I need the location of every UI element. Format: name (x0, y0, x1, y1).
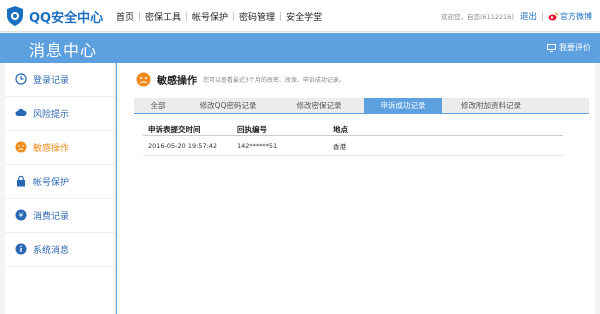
welcome-text: 欢迎您，自恋(6112216) (440, 13, 514, 21)
column-header: 申诉表提交时间 (148, 124, 201, 134)
sidebar-item-account-protection[interactable]: 帐号保护 (5, 165, 115, 199)
monitor-icon (547, 43, 556, 52)
section-heading: 敏感操作 您可以查看最近3个月的改密、改保、申诉成功记录。 (136, 72, 345, 87)
feedback-label: 我要评价 (559, 43, 591, 52)
tab-qq-password-changes[interactable]: 修改QQ密码记录 (182, 98, 274, 113)
sidebar-item-consumption-records[interactable]: ¥ 消费记录 (5, 199, 115, 233)
column-header: 地点 (333, 124, 348, 134)
cloud-icon (15, 108, 27, 116)
lock-icon (17, 175, 25, 187)
sidebar-item-label: 风险提示 (33, 110, 70, 120)
sidebar-item-label: 消费记录 (33, 212, 70, 222)
logo-text: QQ安全中心 (29, 10, 104, 26)
user-divider (542, 11, 543, 21)
page-title: 消息中心 (29, 41, 98, 60)
clock-icon (15, 73, 27, 85)
weibo-icon (548, 12, 558, 20)
sidebar-item-label: 帐号保护 (33, 178, 70, 188)
shield-logo-icon (7, 6, 23, 26)
sidebar-item-system-messages[interactable]: 系统消息 (5, 233, 115, 267)
record-tabs: 全部 修改QQ密码记录 修改密保记录 申诉成功记录 修改附加资料记录 (134, 98, 589, 114)
sidebar-item-label: 敏感操作 (33, 144, 70, 154)
table-row: 2016-05-20 19:57:42 142******51 香港 (143, 136, 563, 156)
sidebar: 登录记录 风险提示 敏感操作 帐号保护 ¥ 消费记录 系统消息 (5, 63, 116, 314)
table-header: 申诉表提交时间 回执编号 地点 (143, 123, 563, 136)
feedback-button[interactable]: 我要评价 (547, 42, 591, 53)
weibo-label: 官方微博 (560, 11, 592, 21)
submit-time-cell: 2016-05-20 19:57:42 (148, 141, 218, 150)
top-bar: QQ安全中心 首页 密保工具 帐号保护 密码管理 安全学堂 欢迎您，自恋(611… (0, 0, 600, 32)
records-table: 申诉表提交时间 回执编号 地点 2016-05-20 19:57:42 142*… (143, 123, 563, 156)
section-subtitle: 您可以查看最近3个月的改密、改保、申诉成功记录。 (203, 77, 345, 84)
tab-appeal-success[interactable]: 申诉成功记录 (364, 98, 442, 113)
tab-all[interactable]: 全部 (134, 98, 182, 113)
nav-home[interactable]: 首页 (111, 10, 139, 23)
section-title: 敏感操作 (157, 76, 197, 87)
sidebar-item-label: 系统消息 (33, 246, 70, 256)
main-panel: 敏感操作 您可以查看最近3个月的改密、改保、申诉成功记录。 全部 修改QQ密码记… (117, 63, 595, 314)
page-banner: 消息中心 我要评价 (0, 33, 600, 63)
sidebar-item-sensitive-ops[interactable]: 敏感操作 (5, 131, 115, 165)
logo[interactable]: QQ安全中心 (6, 6, 103, 26)
nav-security-school[interactable]: 安全学堂 (281, 10, 327, 23)
nav-security-tools[interactable]: 密保工具 (140, 10, 186, 23)
user-box: 欢迎您，自恋(6112216) 退出 官方微博 (441, 0, 592, 32)
nav-password-management[interactable]: 密码管理 (234, 10, 280, 23)
tab-security-changes[interactable]: 修改密保记录 (274, 98, 364, 113)
weibo-link[interactable]: 官方微博 (548, 11, 592, 22)
sidebar-item-label: 登录记录 (33, 76, 70, 86)
sad-face-icon (136, 72, 151, 87)
coin-icon: ¥ (15, 209, 27, 221)
location-cell: 香港 (333, 142, 346, 151)
column-header: 回执编号 (237, 124, 267, 134)
sad-face-icon (15, 141, 27, 153)
main-nav: 首页 密保工具 帐号保护 密码管理 安全学堂 (111, 0, 327, 32)
svg-text:¥: ¥ (19, 212, 24, 220)
sidebar-item-risk-alerts[interactable]: 风险提示 (5, 97, 115, 131)
info-icon (15, 243, 27, 255)
nav-account-protection[interactable]: 帐号保护 (187, 10, 233, 23)
receipt-number-cell: 142******51 (237, 141, 278, 150)
tab-extra-info-changes[interactable]: 修改附加资料记录 (442, 98, 540, 113)
sidebar-item-login-records[interactable]: 登录记录 (5, 63, 115, 97)
logout-link[interactable]: 退出 (520, 10, 537, 22)
